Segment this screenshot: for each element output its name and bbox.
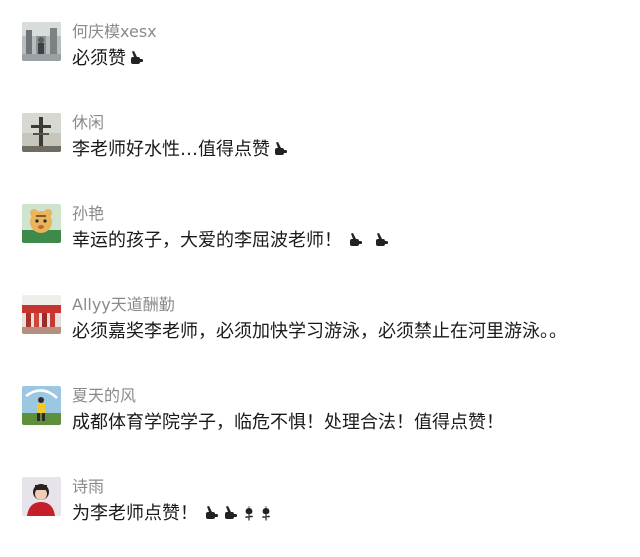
avatar[interactable] (22, 22, 61, 61)
commenter-name[interactable]: Allyy天道酬勤 (72, 295, 175, 315)
comment-text-content: 必须赞 (72, 48, 126, 69)
avatar[interactable] (22, 113, 61, 152)
comment-item: 诗雨 为李老师点赞！ (0, 477, 640, 557)
comment-text: 必须赞 (72, 47, 145, 71)
comment-text: 为李老师点赞！ (72, 502, 273, 526)
comment-list: 何庆模xesx 必须赞 休闲 李老师好水性…值得点赞 孙艳 幸运的孩子，大爱的李… (0, 0, 640, 545)
commenter-name[interactable]: 诗雨 (72, 477, 104, 497)
commenter-name[interactable]: 何庆模xesx (72, 22, 157, 42)
comment-item: Allyy天道酬勤 必须嘉奖李老师，必须加快学习游泳，必须禁止在河里游泳。。 (0, 295, 640, 375)
thumbs-up-icon (348, 232, 364, 248)
comment-text: 幸运的孩子，大爱的李屈波老师！ (72, 229, 390, 253)
comment-item: 休闲 李老师好水性…值得点赞 (0, 113, 640, 193)
comment-item: 孙艳 幸运的孩子，大爱的李屈波老师！ (0, 204, 640, 284)
comment-text-content: 成都体育学院学子，临危不惧！处理合法！值得点赞！ (72, 412, 504, 433)
commenter-name[interactable]: 夏天的风 (72, 386, 136, 406)
thumbs-up-icon (129, 50, 145, 66)
avatar[interactable] (22, 204, 61, 243)
comment-text: 必须嘉奖李老师，必须加快学习游泳，必须禁止在河里游泳。。 (72, 320, 567, 344)
comment-text-content: 为李老师点赞！ (72, 503, 198, 524)
rose-icon (242, 505, 256, 521)
comment-item: 何庆模xesx 必须赞 (0, 22, 640, 102)
comment-text-content: 幸运的孩子，大爱的李屈波老师！ (72, 230, 342, 251)
comment-text: 成都体育学院学子，临危不惧！处理合法！值得点赞！ (72, 411, 504, 435)
comment-text-content: 必须嘉奖李老师，必须加快学习游泳，必须禁止在河里游泳。。 (72, 321, 567, 342)
thumbs-up-icon (223, 505, 239, 521)
commenter-name[interactable]: 休闲 (72, 113, 104, 133)
avatar[interactable] (22, 295, 61, 334)
thumbs-up-icon (273, 141, 289, 157)
thumbs-up-icon (374, 232, 390, 248)
rose-icon (259, 505, 273, 521)
comment-item: 夏天的风 成都体育学院学子，临危不惧！处理合法！值得点赞！ (0, 386, 640, 466)
avatar[interactable] (22, 477, 61, 516)
comment-text-content: 李老师好水性…值得点赞 (72, 139, 270, 160)
commenter-name[interactable]: 孙艳 (72, 204, 104, 224)
comment-text: 李老师好水性…值得点赞 (72, 138, 289, 162)
avatar[interactable] (22, 386, 61, 425)
thumbs-up-icon (204, 505, 220, 521)
